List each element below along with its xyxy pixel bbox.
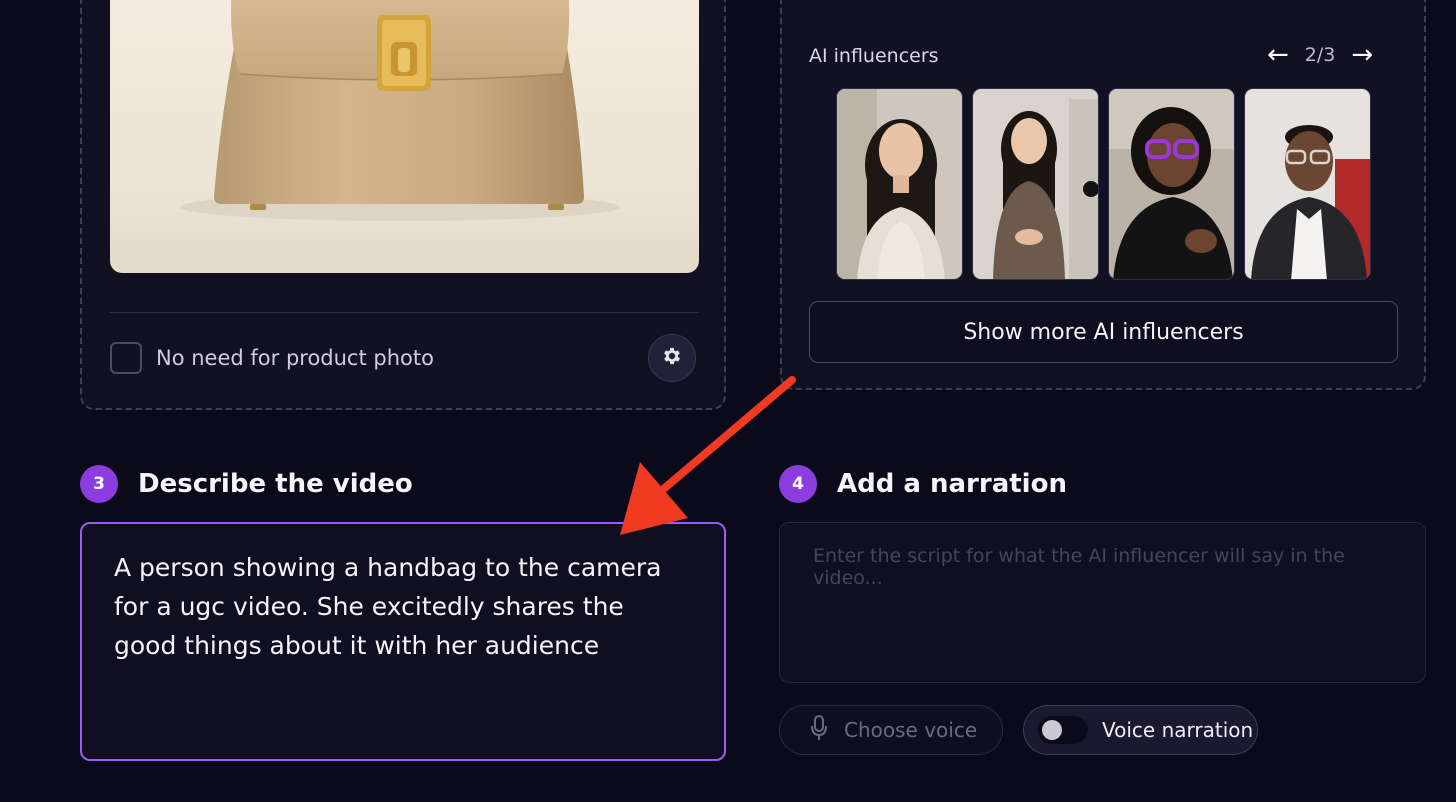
step-3-badge: 3 bbox=[80, 465, 118, 503]
gear-icon bbox=[661, 345, 683, 371]
influencer-2-thumbnail[interactable] bbox=[972, 88, 1099, 280]
step-4-badge: 4 bbox=[779, 465, 817, 503]
product-image bbox=[110, 0, 699, 273]
choose-voice-button[interactable]: Choose voice bbox=[779, 705, 1003, 755]
product-divider bbox=[110, 312, 699, 313]
page-indicator: 2/3 bbox=[1304, 44, 1336, 66]
arrow-right-icon[interactable]: → bbox=[1351, 42, 1373, 68]
describe-video-title: Describe the video bbox=[138, 469, 413, 499]
influencer-1-thumbnail[interactable] bbox=[836, 88, 963, 280]
arrow-left-icon[interactable]: ← bbox=[1267, 42, 1289, 68]
choose-voice-label: Choose voice bbox=[844, 718, 978, 742]
voice-narration-switch[interactable] bbox=[1038, 716, 1088, 744]
no-photo-label: No need for product photo bbox=[156, 346, 434, 370]
describe-video-textarea[interactable]: A person showing a handbag to the camera… bbox=[80, 522, 726, 761]
narration-textarea[interactable]: Enter the script for what the AI influen… bbox=[779, 522, 1426, 683]
influencer-4-thumbnail[interactable] bbox=[1244, 88, 1371, 280]
show-more-influencers-button[interactable]: Show more AI influencers bbox=[809, 301, 1398, 363]
page: No need for product photo AI influencers… bbox=[0, 0, 1456, 802]
product-photo-card: No need for product photo bbox=[80, 0, 726, 410]
influencer-pager: ← 2/3 → bbox=[1267, 42, 1373, 68]
no-photo-checkbox[interactable] bbox=[110, 342, 142, 374]
voice-narration-label: Voice narration bbox=[1102, 718, 1254, 742]
settings-button[interactable] bbox=[648, 334, 696, 382]
voice-narration-toggle[interactable]: Voice narration bbox=[1023, 705, 1258, 755]
toggle-knob bbox=[1042, 720, 1062, 740]
influencer-3-thumbnail[interactable] bbox=[1108, 88, 1235, 280]
ai-influencers-title: AI influencers bbox=[809, 45, 939, 67]
ai-influencers-card: AI influencers ← 2/3 → Show more AI infl… bbox=[780, 0, 1426, 390]
microphone-icon bbox=[810, 714, 828, 746]
narration-title: Add a narration bbox=[837, 469, 1067, 499]
narration-header: 4 Add a narration bbox=[779, 465, 1067, 503]
no-photo-row[interactable]: No need for product photo bbox=[110, 342, 434, 374]
describe-video-header: 3 Describe the video bbox=[80, 465, 413, 503]
influencer-thumbnails bbox=[836, 88, 1371, 280]
